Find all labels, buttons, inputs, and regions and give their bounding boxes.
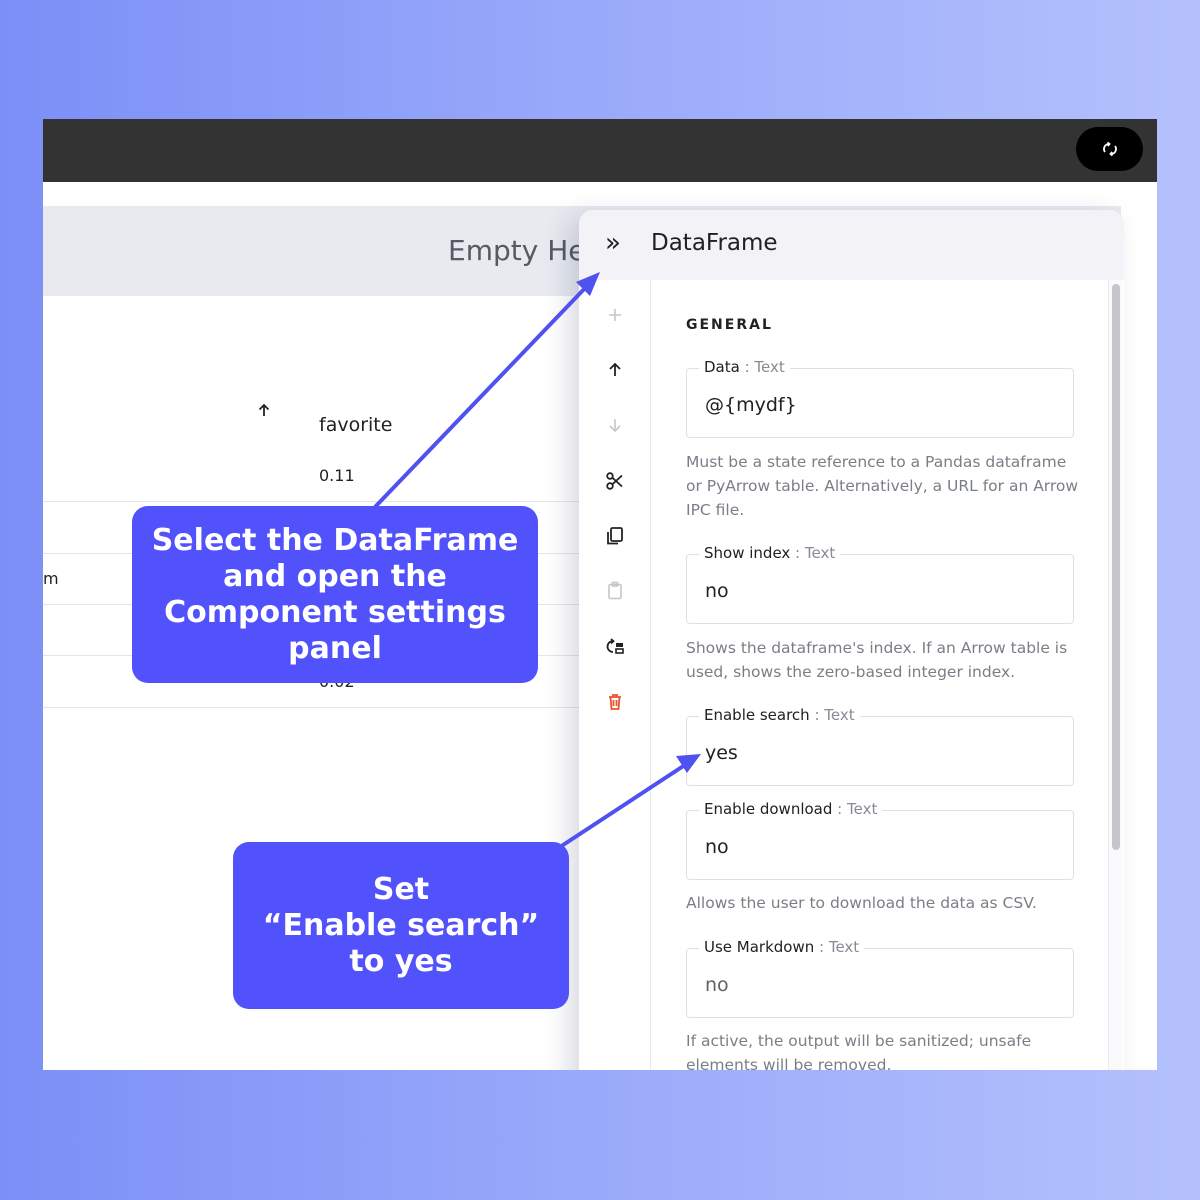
callout-text: Set “Enable search” to yes (262, 871, 540, 979)
callout-select-dataframe: Select the DataFrame and open the Compon… (132, 506, 538, 683)
arrow-to-panel-header (373, 283, 590, 509)
arrow-to-enable-search (558, 761, 690, 849)
callout-text: Select the DataFrame and open the Compon… (151, 522, 519, 666)
callout-enable-search: Set “Enable search” to yes (233, 842, 569, 1009)
